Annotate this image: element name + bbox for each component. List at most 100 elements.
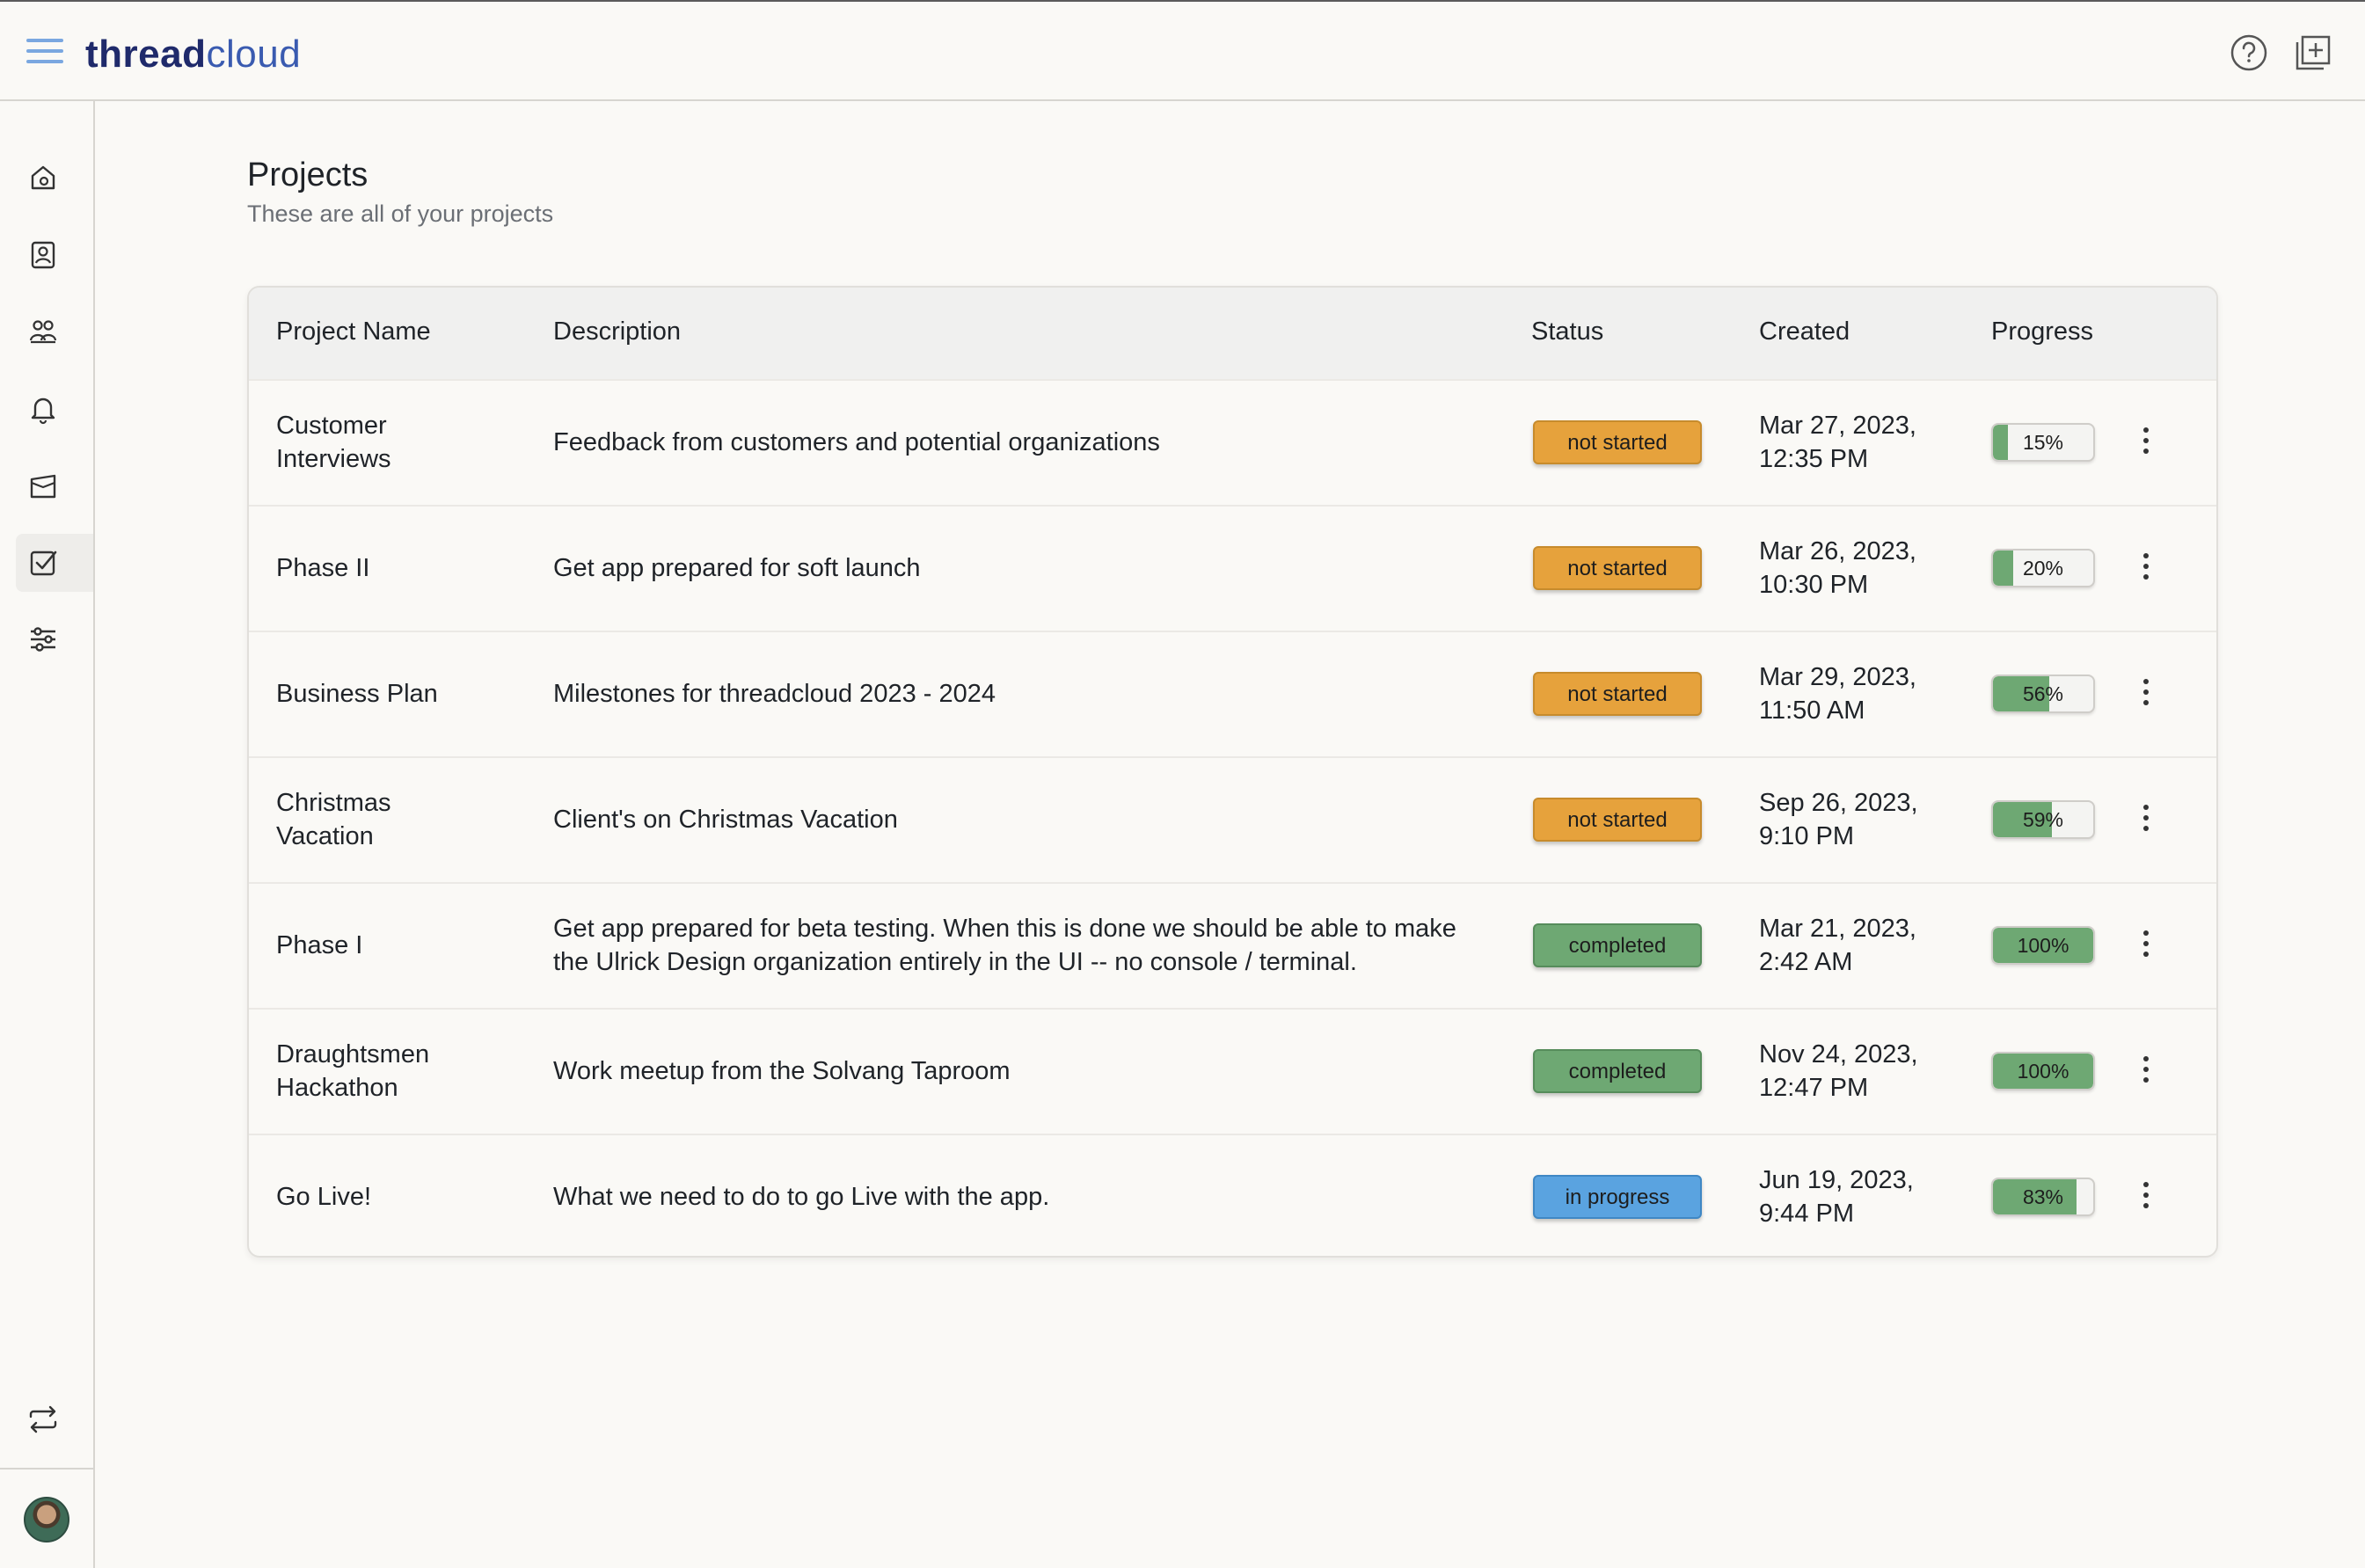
row-actions-kebab-icon[interactable]: [2133, 1052, 2159, 1092]
table-row[interactable]: Christmas Vacation Client's on Christmas…: [249, 756, 2216, 882]
table-row[interactable]: Phase I Get app prepared for beta testin…: [249, 882, 2216, 1008]
progress-bar: 56%: [1991, 675, 2095, 713]
hamburger-menu-icon[interactable]: [26, 39, 63, 69]
sidebar-item-inbox[interactable]: [16, 457, 93, 515]
project-name-line: Phase I: [276, 931, 363, 959]
table-header: Project Name Description Status Created …: [249, 288, 2216, 379]
created-cell: Mar 26, 2023, 10:30 PM: [1759, 535, 1970, 602]
home-icon: [31, 165, 55, 190]
progress-bar: 100%: [1991, 1052, 2095, 1090]
progress-bar: 83%: [1991, 1178, 2095, 1216]
table-row[interactable]: Customer Interviews Feedback from custom…: [249, 379, 2216, 505]
progress-label: 15%: [2022, 431, 2064, 454]
sidebar-item-switch[interactable]: [16, 1390, 93, 1448]
project-name-line: Phase II: [276, 554, 370, 582]
user-avatar[interactable]: [24, 1497, 69, 1542]
description-cell: Work meetup from the Solvang Taproom: [553, 1054, 1485, 1088]
created-time: 12:35 PM: [1759, 445, 1869, 473]
bell-icon: [31, 397, 55, 425]
page-subtitle: These are all of your projects: [247, 201, 554, 227]
sidebar-item-settings[interactable]: [16, 610, 93, 668]
status-badge: in progress: [1533, 1175, 1702, 1219]
project-name-cell[interactable]: Go Live!: [276, 1180, 522, 1214]
col-header-project-name[interactable]: Project Name: [276, 317, 431, 346]
project-name-cell[interactable]: Christmas Vacation: [276, 786, 522, 853]
project-name-line: Christmas: [276, 789, 391, 817]
status-badge: completed: [1533, 923, 1702, 967]
description-cell: Get app prepared for beta testing. When …: [553, 912, 1485, 979]
progress-bar: 20%: [1991, 549, 2095, 587]
page-title: Projects: [247, 157, 369, 193]
progress-bar: 59%: [1991, 800, 2095, 839]
description-cell: Get app prepared for soft launch: [553, 551, 1485, 585]
project-name-cell[interactable]: Customer Interviews: [276, 409, 522, 476]
project-name-cell[interactable]: Phase II: [276, 551, 522, 585]
row-actions-kebab-icon[interactable]: [2133, 423, 2159, 463]
row-actions-kebab-icon[interactable]: [2133, 675, 2159, 715]
table-row[interactable]: Business Plan Milestones for threadcloud…: [249, 631, 2216, 756]
sidebar-divider: [0, 1468, 93, 1470]
project-name-cell[interactable]: Phase I: [276, 929, 522, 962]
created-date: Mar 29, 2023,: [1759, 663, 1916, 691]
progress-label: 56%: [2022, 682, 2064, 705]
created-time: 11:50 AM: [1759, 696, 1865, 725]
add-square-icon[interactable]: [2292, 32, 2334, 74]
col-header-created[interactable]: Created: [1759, 317, 1850, 346]
project-name-cell[interactable]: Business Plan: [276, 677, 522, 711]
col-header-status[interactable]: Status: [1531, 317, 1603, 346]
progress-bar: 15%: [1991, 423, 2095, 462]
project-name-line: Customer: [276, 412, 387, 440]
description-line: Feedback from customers and potential or…: [553, 428, 1160, 456]
description-cell: Milestones for threadcloud 2023 - 2024: [553, 677, 1485, 711]
description-line: Work meetup from the Solvang Taproom: [553, 1057, 1011, 1085]
description-line: Milestones for threadcloud 2023 - 2024: [553, 680, 996, 708]
progress-bar: 100%: [1991, 926, 2095, 965]
created-time: 12:47 PM: [1759, 1074, 1869, 1102]
project-name-line: Go Live!: [276, 1183, 371, 1211]
sidebar-item-teams[interactable]: [16, 303, 93, 361]
progress-label: 83%: [2022, 1185, 2064, 1208]
sidebar-item-projects[interactable]: [16, 534, 93, 592]
brand-logo[interactable]: threadcloud: [85, 28, 301, 81]
created-cell: Mar 29, 2023, 11:50 AM: [1759, 660, 1970, 727]
status-badge: not started: [1533, 546, 1702, 590]
sidebar-item-home[interactable]: [16, 149, 93, 207]
description-line: Get app prepared for soft launch: [553, 554, 921, 582]
project-name-line: Interviews: [276, 445, 391, 473]
row-actions-kebab-icon[interactable]: [2133, 800, 2159, 841]
project-name-line: Hackathon: [276, 1074, 398, 1102]
row-actions-kebab-icon[interactable]: [2133, 549, 2159, 589]
created-time: 9:44 PM: [1759, 1200, 1854, 1228]
description-cell: What we need to do to go Live with the a…: [553, 1180, 1485, 1214]
progress-label: 20%: [2022, 557, 2064, 580]
brand-text-thread: thread: [85, 33, 207, 76]
row-actions-kebab-icon[interactable]: [2133, 926, 2159, 966]
sidebar-item-contacts[interactable]: [16, 226, 93, 284]
top-bar: threadcloud: [0, 0, 2365, 101]
description-cell: Feedback from customers and potential or…: [553, 426, 1485, 459]
progress-label: 100%: [2017, 934, 2069, 957]
created-date: Mar 26, 2023,: [1759, 537, 1916, 565]
sliders-icon: [31, 627, 55, 652]
table-row[interactable]: Go Live! What we need to do to go Live w…: [249, 1134, 2216, 1256]
project-name-line: Business Plan: [276, 680, 438, 708]
sidebar-item-notifications[interactable]: [16, 380, 93, 438]
created-cell: Jun 19, 2023, 9:44 PM: [1759, 1163, 1970, 1230]
progress-label: 59%: [2022, 808, 2064, 831]
description-line: the Ulrick Design organization entirely …: [553, 948, 1357, 976]
status-badge: not started: [1533, 798, 1702, 842]
created-date: Mar 21, 2023,: [1759, 915, 1916, 943]
created-date: Jun 19, 2023,: [1759, 1166, 1914, 1194]
col-header-description[interactable]: Description: [553, 317, 681, 346]
project-name-cell[interactable]: Draughtsmen Hackathon: [276, 1038, 522, 1105]
table-row[interactable]: Phase II Get app prepared for soft launc…: [249, 505, 2216, 631]
created-cell: Sep 26, 2023, 9:10 PM: [1759, 786, 1970, 853]
created-date: Mar 27, 2023,: [1759, 412, 1916, 440]
created-cell: Mar 21, 2023, 2:42 AM: [1759, 912, 1970, 979]
row-actions-kebab-icon[interactable]: [2133, 1178, 2159, 1218]
projects-table: Project Name Description Status Created …: [247, 286, 2218, 1258]
col-header-progress[interactable]: Progress: [1991, 317, 2093, 346]
progress-label: 100%: [2017, 1060, 2069, 1083]
help-icon[interactable]: [2228, 32, 2270, 74]
table-row[interactable]: Draughtsmen Hackathon Work meetup from t…: [249, 1008, 2216, 1134]
